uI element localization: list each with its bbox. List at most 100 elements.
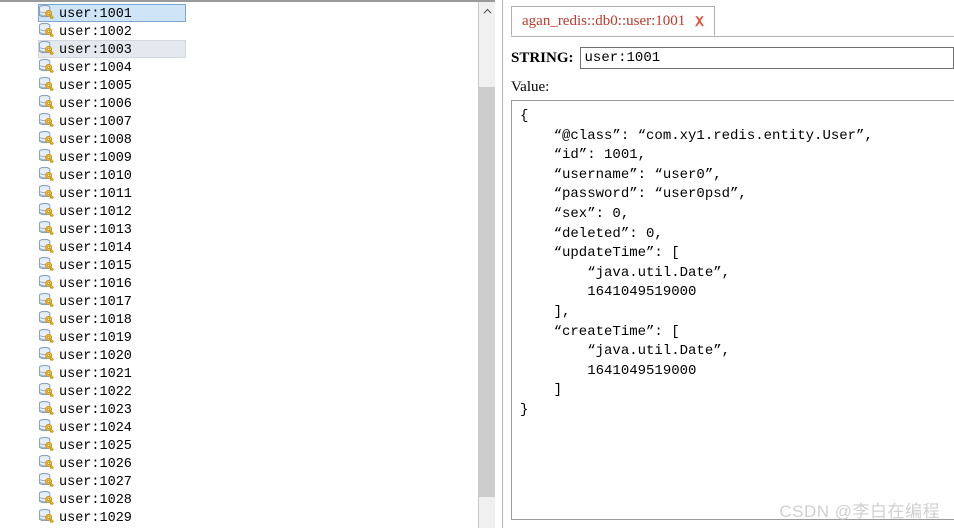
key-list-item[interactable]: user:1016 bbox=[0, 274, 495, 292]
redis-key-icon bbox=[38, 292, 54, 308]
key-list-item[interactable]: user:1014 bbox=[0, 238, 495, 256]
key-list-item-label: user:1026 bbox=[59, 457, 132, 472]
redis-key-icon bbox=[38, 346, 54, 362]
key-list-item[interactable]: user:1007 bbox=[0, 112, 495, 130]
key-list-item-label: user:1029 bbox=[59, 511, 132, 526]
key-list[interactable]: user:1001 user:1002 user:1003 user:1004 … bbox=[0, 2, 495, 526]
key-list-item-label: user:1002 bbox=[59, 25, 132, 40]
key-list-item[interactable]: user:1022 bbox=[0, 382, 495, 400]
key-list-item-label: user:1027 bbox=[59, 475, 132, 490]
key-list-item[interactable]: user:1028 bbox=[0, 490, 495, 508]
redis-key-icon bbox=[38, 58, 54, 74]
redis-key-icon bbox=[38, 130, 54, 146]
key-list-item[interactable]: user:1029 bbox=[0, 508, 495, 526]
key-list-item-label: user:1022 bbox=[59, 385, 132, 400]
key-list-item-label: user:1003 bbox=[59, 43, 132, 58]
redis-key-icon bbox=[38, 382, 54, 398]
key-list-item-label: user:1024 bbox=[59, 421, 132, 436]
redis-key-icon bbox=[38, 436, 54, 452]
key-list-item[interactable]: user:1025 bbox=[0, 436, 495, 454]
scroll-up-button[interactable] bbox=[479, 2, 495, 19]
value-json-text: { “@class”: “com.xy1.redis.entity.User”,… bbox=[520, 108, 873, 418]
key-list-item[interactable]: user:1027 bbox=[0, 472, 495, 490]
redis-key-icon bbox=[38, 112, 54, 128]
redis-key-icon bbox=[38, 454, 54, 470]
key-list-item[interactable]: user:1004 bbox=[0, 58, 495, 76]
redis-key-icon bbox=[38, 4, 54, 20]
redis-key-icon bbox=[38, 202, 54, 218]
redis-key-icon bbox=[38, 94, 54, 110]
redis-key-icon bbox=[38, 472, 54, 488]
key-list-item[interactable]: user:1024 bbox=[0, 418, 495, 436]
redis-key-icon bbox=[38, 418, 54, 434]
key-list-item-label: user:1005 bbox=[59, 79, 132, 94]
key-type-row: STRING: bbox=[511, 46, 954, 70]
chevron-up-icon bbox=[482, 2, 493, 20]
key-list-item-label: user:1015 bbox=[59, 259, 132, 274]
key-list-item[interactable]: user:1009 bbox=[0, 148, 495, 166]
key-list-item[interactable]: user:1012 bbox=[0, 202, 495, 220]
key-list-item[interactable]: user:1013 bbox=[0, 220, 495, 238]
key-list-item-label: user:1023 bbox=[59, 403, 132, 418]
key-list-item-label: user:1006 bbox=[59, 97, 132, 112]
key-list-item-label: user:1017 bbox=[59, 295, 132, 310]
key-list-item[interactable]: user:1008 bbox=[0, 130, 495, 148]
key-list-item[interactable]: user:1021 bbox=[0, 364, 495, 382]
key-list-item-label: user:1014 bbox=[59, 241, 132, 256]
key-list-item[interactable]: user:1005 bbox=[0, 76, 495, 94]
redis-key-icon bbox=[38, 220, 54, 236]
key-list-item[interactable]: user:1017 bbox=[0, 292, 495, 310]
key-list-item[interactable]: user:1020 bbox=[0, 346, 495, 364]
tab-agan-redis-db0-user-1001[interactable]: agan_redis::db0::user:1001 bbox=[511, 6, 716, 36]
redis-key-icon bbox=[38, 274, 54, 290]
key-list-item-label: user:1020 bbox=[59, 349, 132, 364]
redis-key-icon bbox=[38, 76, 54, 92]
redis-key-icon bbox=[38, 184, 54, 200]
key-list-item[interactable]: user:1010 bbox=[0, 166, 495, 184]
key-type-label: STRING: bbox=[511, 49, 574, 66]
redis-key-icon bbox=[38, 490, 54, 506]
scrollbar-thumb[interactable] bbox=[479, 87, 495, 497]
key-list-item[interactable]: user:1026 bbox=[0, 454, 495, 472]
key-list-scrollbar[interactable] bbox=[478, 2, 495, 528]
value-label: Value: bbox=[511, 79, 550, 95]
key-list-item[interactable]: user:1002 bbox=[0, 22, 495, 40]
key-detail-pane: agan_redis::db0::user:1001 STRING: Value… bbox=[503, 0, 954, 528]
key-name-input[interactable] bbox=[579, 47, 954, 69]
key-list-item-label: user:1007 bbox=[59, 115, 132, 130]
key-list-item-label: user:1021 bbox=[59, 367, 132, 382]
key-list-item-label: user:1004 bbox=[59, 61, 132, 76]
key-list-item-label: user:1019 bbox=[59, 331, 132, 346]
key-list-item-label: user:1011 bbox=[59, 187, 132, 202]
close-x-icon[interactable] bbox=[693, 15, 706, 28]
key-list-item[interactable]: user:1018 bbox=[0, 310, 495, 328]
redis-client-window: user:1001 user:1002 user:1003 user:1004 … bbox=[0, 0, 954, 528]
pane-divider[interactable] bbox=[495, 0, 503, 528]
value-textarea[interactable]: { “@class”: “com.xy1.redis.entity.User”,… bbox=[511, 100, 954, 520]
key-list-item-label: user:1008 bbox=[59, 133, 132, 148]
redis-key-icon bbox=[38, 400, 54, 416]
key-list-item-label: user:1009 bbox=[59, 151, 132, 166]
redis-key-icon bbox=[38, 166, 54, 182]
key-list-item[interactable]: user:1015 bbox=[0, 256, 495, 274]
key-list-item[interactable]: user:1006 bbox=[0, 94, 495, 112]
key-list-item-label: user:1025 bbox=[59, 439, 132, 454]
key-list-item[interactable]: user:1023 bbox=[0, 400, 495, 418]
key-list-item[interactable]: user:1001 bbox=[0, 4, 495, 22]
key-list-pane: user:1001 user:1002 user:1003 user:1004 … bbox=[0, 0, 495, 528]
redis-key-icon bbox=[38, 256, 54, 272]
key-list-item[interactable]: user:1011 bbox=[0, 184, 495, 202]
redis-key-icon bbox=[38, 22, 54, 38]
key-list-item-label: user:1013 bbox=[59, 223, 132, 238]
redis-key-icon bbox=[38, 364, 54, 380]
tab-label: agan_redis::db0::user:1001 bbox=[522, 12, 686, 29]
key-list-item[interactable]: user:1019 bbox=[0, 328, 495, 346]
redis-key-icon bbox=[38, 508, 54, 524]
key-list-item[interactable]: user:1003 bbox=[0, 40, 495, 58]
redis-key-icon bbox=[38, 40, 54, 56]
key-list-item-label: user:1028 bbox=[59, 493, 132, 508]
redis-key-icon bbox=[38, 148, 54, 164]
tab-strip: agan_redis::db0::user:1001 bbox=[511, 6, 954, 37]
key-list-item-label: user:1012 bbox=[59, 205, 132, 220]
key-list-item-label: user:1001 bbox=[59, 7, 132, 22]
